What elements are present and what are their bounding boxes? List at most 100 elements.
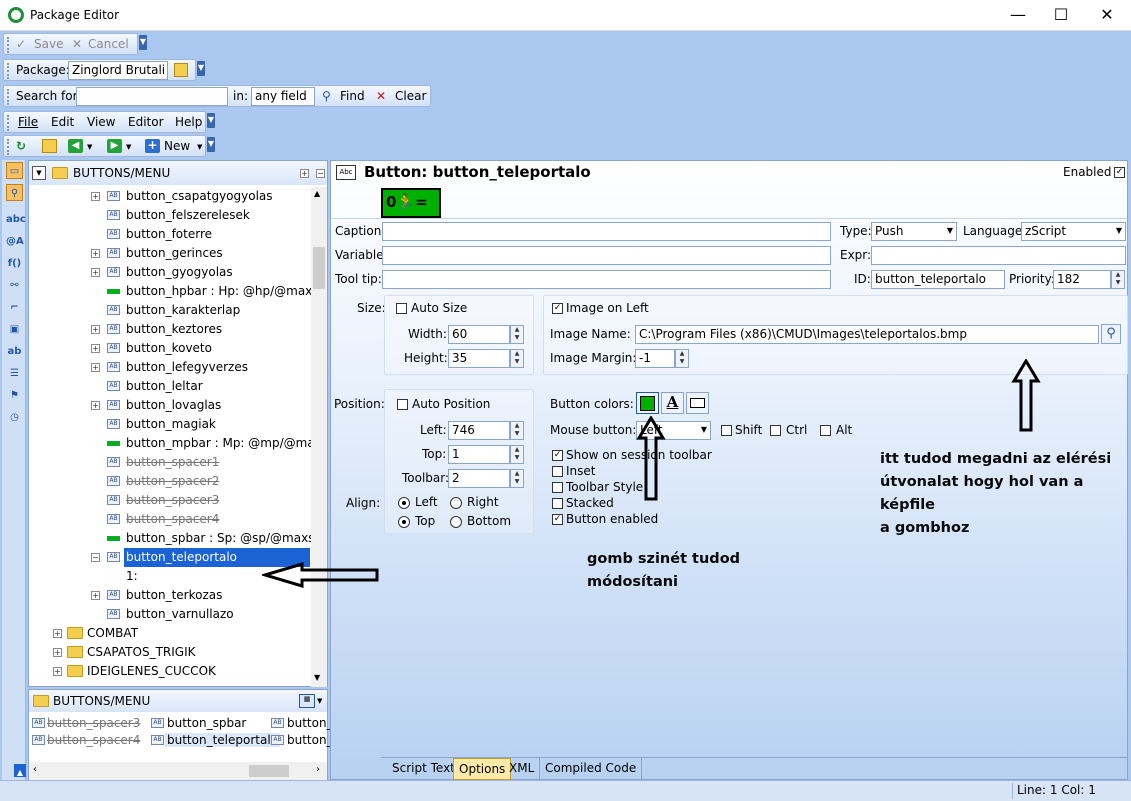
tree-item[interactable]: AB button_varnullazo: [29, 605, 311, 624]
flag-icon[interactable]: ⚑: [6, 387, 23, 404]
inset-checkbox[interactable]: [552, 466, 563, 477]
abc-icon[interactable]: abc: [6, 211, 26, 228]
menu-view[interactable]: View: [87, 115, 115, 129]
bottom-item[interactable]: button_spacer3: [47, 716, 140, 730]
expand-icon[interactable]: +: [53, 667, 62, 676]
forward-icon[interactable]: ▶: [107, 139, 122, 153]
new-button[interactable]: New: [164, 139, 190, 153]
menu-editor[interactable]: Editor: [128, 115, 164, 129]
ctrl-checkbox[interactable]: [770, 425, 781, 436]
alias-icon[interactable]: @A: [6, 233, 24, 250]
tooltip-input[interactable]: [382, 270, 831, 289]
refresh-icon[interactable]: ↻: [16, 139, 26, 153]
tree-item[interactable]: AB button_felszerelesek: [29, 206, 311, 225]
toolbar-options-chevron[interactable]: ▼: [197, 61, 205, 76]
shift-checkbox[interactable]: [721, 425, 732, 436]
tab-xml[interactable]: XML: [504, 758, 541, 780]
tree-item[interactable]: button_spbar : Sp: @sp/@maxsp (: [29, 529, 312, 548]
toolbar-options-chevron[interactable]: ▼: [207, 137, 215, 152]
expand-icon[interactable]: +: [91, 591, 100, 600]
tree-item[interactable]: + AB button_koveto: [29, 339, 311, 358]
tree-item[interactable]: AB button_spacer3: [29, 491, 311, 510]
autoposition-checkbox[interactable]: [397, 399, 408, 410]
trigger-icon[interactable]: ⚯: [6, 277, 23, 294]
expand-icon[interactable]: +: [91, 363, 100, 372]
align-left-radio[interactable]: [398, 497, 410, 509]
image-margin-spinner[interactable]: ▲ ▼: [675, 349, 689, 368]
toolbar-grip[interactable]: [7, 63, 10, 79]
toolbar-style-checkbox[interactable]: [552, 482, 563, 493]
gun-icon[interactable]: ⌐: [6, 299, 23, 316]
menu-edit[interactable]: Edit: [51, 115, 74, 129]
alt-checkbox[interactable]: [820, 425, 831, 436]
tree-item[interactable]: + AB button_gerinces: [29, 244, 311, 263]
show-on-session-toolbar-checkbox[interactable]: ✓: [552, 450, 563, 461]
tree-folder[interactable]: + COMBAT: [29, 624, 311, 643]
tree-item[interactable]: button_mpbar : Mp: @mp/@maxn: [29, 434, 312, 453]
expand-all-button[interactable]: +: [300, 169, 309, 178]
tab-script-text[interactable]: Script Text: [387, 758, 461, 780]
tree-item[interactable]: AB button_magiak: [29, 415, 311, 434]
bottom-item[interactable]: button_spacer4: [47, 733, 140, 747]
tree-item[interactable]: AB button_foterre: [29, 225, 311, 244]
key-icon[interactable]: ▣: [6, 321, 23, 338]
menu-help[interactable]: Help: [175, 115, 202, 129]
image-name-input[interactable]: C:\Program Files (x86)\CMUD\Images\telep…: [635, 325, 1099, 344]
clock-icon[interactable]: ◷: [6, 409, 23, 426]
toolbar-grip[interactable]: [7, 89, 10, 105]
search-input[interactable]: [76, 87, 228, 106]
tree-dropdown-button[interactable]: ▼: [32, 166, 46, 180]
tree-item[interactable]: + AB button_lovaglas: [29, 396, 311, 415]
minimize-button[interactable]: —: [1003, 4, 1033, 26]
bottom-hscrollbar[interactable]: ‹ ›: [29, 762, 327, 780]
tree-item[interactable]: + AB button_keztores: [29, 320, 311, 339]
expand-icon[interactable]: +: [53, 648, 62, 657]
close-button[interactable]: ✕: [1092, 4, 1122, 26]
tree-item[interactable]: + AB button_lefegyverzes: [29, 358, 311, 377]
expand-icon[interactable]: +: [91, 325, 100, 334]
new-dropdown-icon[interactable]: ▼: [197, 143, 202, 151]
list-icon[interactable]: ☰: [6, 365, 23, 382]
button-icon[interactable]: ab: [6, 343, 23, 360]
tree-item[interactable]: button_hpbar : Hp: @hp/@maxhp: [29, 282, 312, 301]
text-color-button[interactable]: A: [661, 392, 684, 414]
toolbar-grip[interactable]: [7, 115, 10, 131]
scroll-right-icon[interactable]: ›: [316, 764, 320, 775]
bottom-item[interactable]: button_: [287, 733, 333, 747]
menu-file[interactable]: File: [18, 115, 38, 129]
forward-dropdown-icon[interactable]: ▼: [126, 143, 131, 151]
tree-item[interactable]: AB button_karakterlap: [29, 301, 311, 320]
toolbar-input[interactable]: 2: [448, 469, 510, 488]
variable-input[interactable]: [382, 246, 831, 265]
left-spinner[interactable]: ▲ ▼: [510, 421, 524, 440]
left-input[interactable]: 746: [448, 421, 510, 440]
priority-spinner[interactable]: ▲ ▼: [1111, 270, 1125, 289]
height-input[interactable]: 35: [448, 349, 510, 368]
align-bottom-radio[interactable]: [450, 516, 462, 528]
collapse-strip-icon[interactable]: ▲: [14, 764, 26, 777]
toolbar-grip[interactable]: [7, 37, 10, 53]
tree-item[interactable]: + AB button_gyogyolas: [29, 263, 311, 282]
cancel-button[interactable]: Cancel: [88, 37, 129, 51]
width-input[interactable]: 60: [448, 325, 510, 344]
border-color-button[interactable]: [686, 392, 709, 414]
toolbar-grip[interactable]: [7, 139, 10, 155]
image-on-left-checkbox[interactable]: ✓: [552, 303, 563, 314]
tab-compiled-code[interactable]: Compiled Code: [540, 758, 643, 780]
expr-input[interactable]: [871, 246, 1126, 265]
tab-options[interactable]: Options: [453, 758, 512, 780]
bottom-item-selected[interactable]: button_teleportalo: [165, 733, 281, 747]
package-select[interactable]: Zinglord Brutali: [68, 61, 168, 80]
expand-icon[interactable]: +: [91, 192, 100, 201]
enabled-checkbox[interactable]: ✓: [1114, 167, 1125, 178]
tree-item[interactable]: AB button_spacer1: [29, 453, 311, 472]
button-preview[interactable]: 0🏃=: [381, 188, 441, 218]
collapse-all-button[interactable]: −: [316, 169, 325, 178]
find-button[interactable]: Find: [340, 89, 365, 103]
priority-input[interactable]: 182: [1053, 270, 1111, 289]
expand-icon[interactable]: +: [91, 344, 100, 353]
browse-image-icon[interactable]: ⚲: [1101, 324, 1121, 344]
image-margin-input[interactable]: -1: [635, 349, 675, 368]
expand-icon[interactable]: +: [53, 629, 62, 638]
collapse-icon[interactable]: −: [91, 553, 100, 562]
